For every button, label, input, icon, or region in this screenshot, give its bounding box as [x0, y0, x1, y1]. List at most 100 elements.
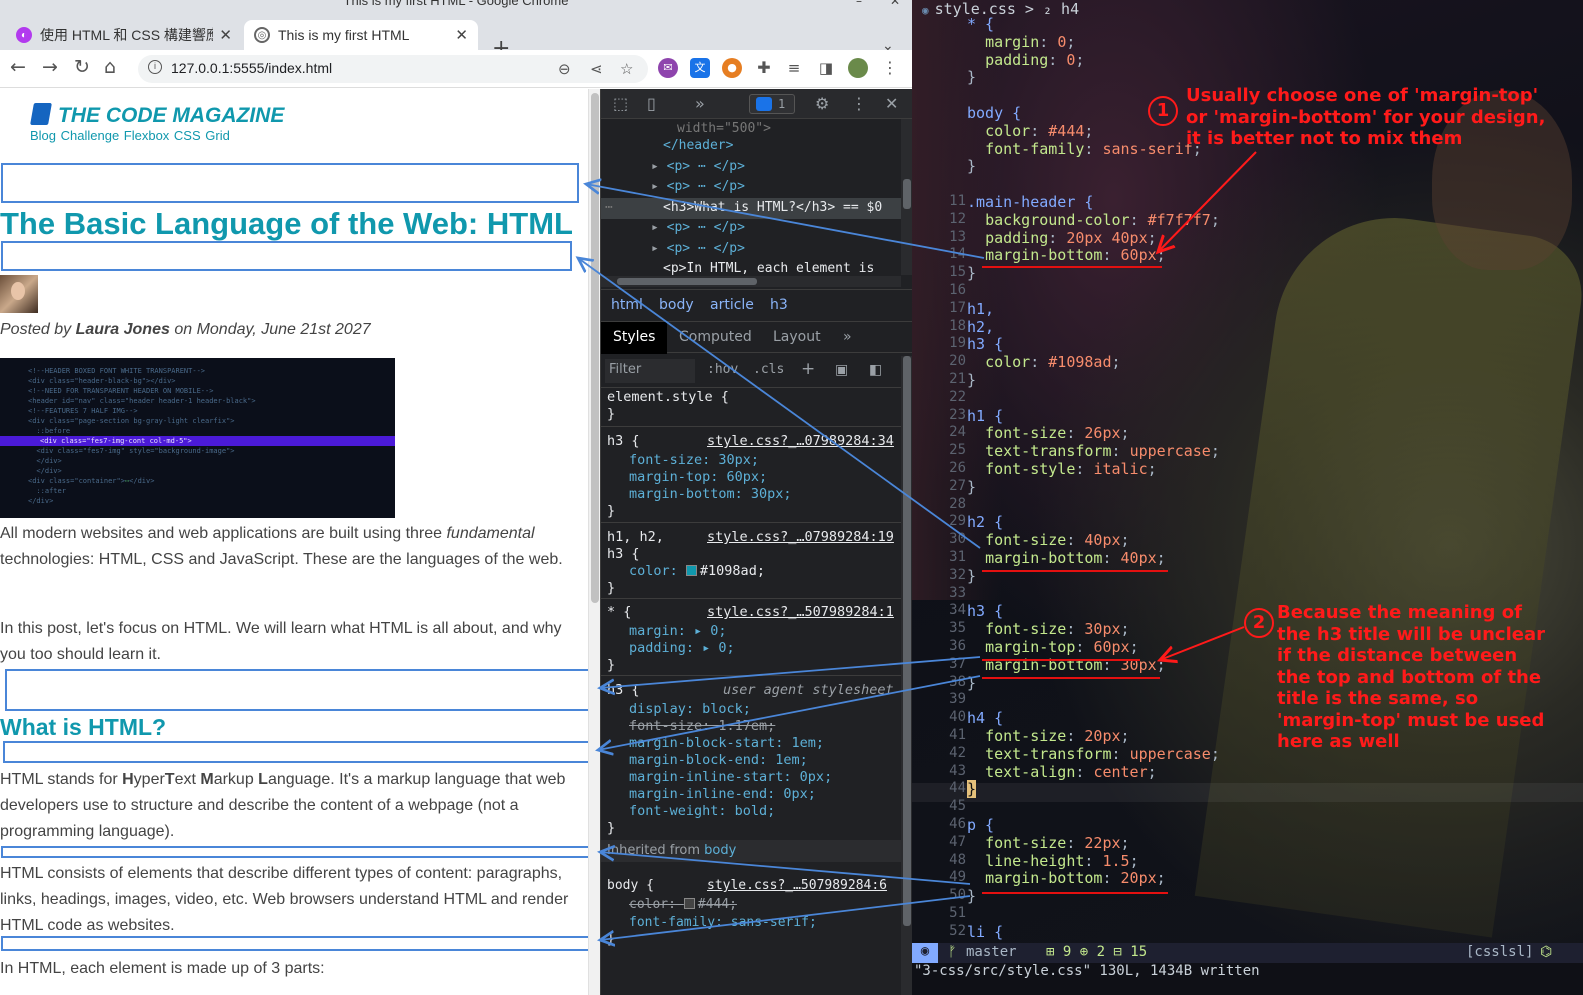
bookmark-star-icon[interactable]: ☆: [620, 60, 633, 78]
tab-computed[interactable]: Computed: [679, 329, 752, 345]
zoom-icon[interactable]: ⊖: [558, 60, 571, 78]
home-icon[interactable]: ⌂: [104, 56, 116, 78]
rule-source-link[interactable]: style.css?_…07989284:19: [707, 529, 894, 546]
rule-source-link[interactable]: style.css?_…507989284:1: [707, 604, 894, 621]
reading-list-icon[interactable]: ≡: [784, 58, 804, 78]
decl[interactable]: font-family: sans-serif;: [629, 915, 817, 930]
code-line[interactable]: h4 {: [967, 709, 1003, 727]
inspect-element-icon[interactable]: ⬚: [613, 94, 628, 113]
code-line[interactable]: }: [967, 157, 976, 175]
issues-badge[interactable]: 1: [749, 94, 795, 114]
star-rule[interactable]: * {style.css?_…507989284:1: [607, 604, 901, 621]
code-line[interactable]: }: [967, 567, 976, 585]
page-scrollbar[interactable]: [588, 89, 600, 995]
kebab-menu-icon[interactable]: ⋮: [880, 58, 900, 78]
code-line[interactable]: line-height: 1.5;: [967, 852, 1139, 870]
site-info-icon[interactable]: i: [148, 60, 162, 74]
code-line[interactable]: }: [967, 780, 977, 799]
close-tab-icon[interactable]: ✕: [455, 26, 468, 44]
decl[interactable]: margin-top: 60px;: [629, 469, 767, 486]
translate-icon[interactable]: 文: [690, 58, 710, 78]
code-line[interactable]: font-size: 30px;: [967, 620, 1130, 638]
code-line[interactable]: color: #1098ad;: [967, 353, 1120, 371]
decl[interactable]: margin-bottom: 30px;: [629, 486, 792, 503]
dom-node-selected[interactable]: ⋯ <h3>What is HTML?</h3> == $0: [601, 198, 901, 219]
color-swatch[interactable]: [685, 565, 697, 576]
code-line[interactable]: h1,: [967, 300, 994, 318]
color-swatch[interactable]: [683, 898, 695, 909]
scrollbar-thumb[interactable]: [617, 278, 757, 285]
back-icon[interactable]: ←: [10, 56, 26, 78]
close-tab-icon[interactable]: ✕: [219, 26, 232, 44]
hov-toggle[interactable]: :hov: [707, 362, 738, 377]
cookie-icon[interactable]: ●: [722, 58, 742, 78]
code-line[interactable]: font-style: italic;: [967, 460, 1157, 478]
crumb-article[interactable]: article: [710, 297, 754, 313]
tab-styles[interactable]: Styles: [601, 322, 667, 354]
dom-node[interactable]: ▸ <p> ⋯ </p>: [651, 157, 912, 178]
code-line[interactable]: h2 {: [967, 513, 1003, 531]
minimize-icon[interactable]: –: [856, 0, 862, 8]
devtools-menu-icon[interactable]: ⋮: [851, 94, 867, 113]
code-line[interactable]: text-transform: uppercase;: [967, 442, 1220, 460]
code-line[interactable]: margin-top: 60px;: [967, 638, 1139, 656]
code-line[interactable]: padding: 0;: [967, 51, 1084, 69]
code-line[interactable]: }: [967, 68, 976, 86]
side-panel-icon[interactable]: ◨: [816, 58, 836, 78]
code-line[interactable]: color: #444;: [967, 122, 1093, 140]
dom-node[interactable]: ▸ <p> ⋯ </p>: [651, 218, 912, 239]
paint-icon[interactable]: ▣: [835, 362, 848, 378]
filter-input[interactable]: Filter: [605, 359, 695, 383]
decl[interactable]: margin: ▸ 0;: [629, 623, 727, 640]
scrollbar-thumb[interactable]: [903, 356, 911, 926]
code-line[interactable]: font-size: 22px;: [967, 834, 1130, 852]
styles-scrollbar[interactable]: [901, 356, 912, 995]
scrollbar-thumb[interactable]: [591, 93, 599, 603]
share-icon[interactable]: ⋖: [590, 60, 603, 78]
site-nav[interactable]: Blog Challenge Flexbox CSS Grid: [30, 128, 230, 143]
code-line[interactable]: margin: 0;: [967, 33, 1075, 51]
device-toolbar-icon[interactable]: ▯: [647, 94, 656, 113]
code-line[interactable]: * {: [967, 15, 994, 33]
h3-rule[interactable]: h3 {style.css?_…07989284:34: [607, 433, 901, 450]
code-line[interactable]: }: [967, 371, 976, 389]
code-line[interactable]: h3 {: [967, 602, 1003, 620]
dom-node[interactable]: ▸ <p> ⋯ </p>: [651, 239, 912, 260]
decl[interactable]: font-size: 30px;: [629, 452, 759, 469]
new-rule-icon[interactable]: +: [801, 359, 815, 379]
tab-rwd[interactable]: ◐ 使用 HTML 和 CSS 構建響應 ✕: [6, 20, 242, 50]
code-line[interactable]: background-color: #f7f7f7;: [967, 211, 1220, 229]
rule-source-link[interactable]: style.css?_…07989284:34: [707, 433, 894, 450]
close-devtools-icon[interactable]: ✕: [885, 94, 898, 113]
code-line[interactable]: font-family: sans-serif;: [967, 140, 1202, 158]
tab-more[interactable]: »: [843, 329, 852, 345]
code-line[interactable]: margin-bottom: 40px;: [967, 549, 1166, 567]
code-line[interactable]: font-size: 26px;: [967, 424, 1130, 442]
code-line[interactable]: }: [967, 887, 976, 905]
puzzle-icon[interactable]: ✚: [754, 58, 774, 78]
address-bar[interactable]: i 127.0.0.1:5555/index.html ⊖ ⋖ ☆: [138, 55, 648, 83]
code-line[interactable]: font-size: 40px;: [967, 531, 1130, 549]
more-panels-icon[interactable]: »: [695, 94, 705, 113]
forward-icon[interactable]: →: [42, 56, 58, 78]
code-line[interactable]: text-transform: uppercase;: [967, 745, 1220, 763]
dom-hscrollbar[interactable]: [601, 276, 901, 287]
dom-node[interactable]: </header>: [663, 136, 912, 157]
code-line[interactable]: padding: 20px 40px;: [967, 229, 1157, 247]
scrollbar-thumb[interactable]: [903, 179, 911, 209]
dom-node[interactable]: ▸ <p> ⋯ </p>: [651, 177, 912, 198]
decl[interactable]: padding: ▸ 0;: [629, 640, 735, 657]
inherited-tag[interactable]: body: [704, 843, 736, 858]
crumb-html[interactable]: html: [611, 297, 643, 313]
crumb-body[interactable]: body: [659, 297, 694, 313]
code-line[interactable]: }: [967, 264, 976, 282]
code-line[interactable]: li {: [967, 923, 1003, 941]
code-line[interactable]: margin-bottom: 20px;: [967, 869, 1166, 887]
close-window-icon[interactable]: ✕: [890, 0, 900, 8]
code-line[interactable]: p {: [967, 816, 994, 834]
profile-avatar[interactable]: [848, 58, 868, 78]
toggle-sidebar-icon[interactable]: ◧: [869, 362, 882, 378]
decl[interactable]: color: #1098ad;: [629, 563, 765, 580]
code-line[interactable]: font-size: 20px;: [967, 727, 1130, 745]
ua-rule[interactable]: h3 {user agent stylesheet: [607, 682, 901, 699]
